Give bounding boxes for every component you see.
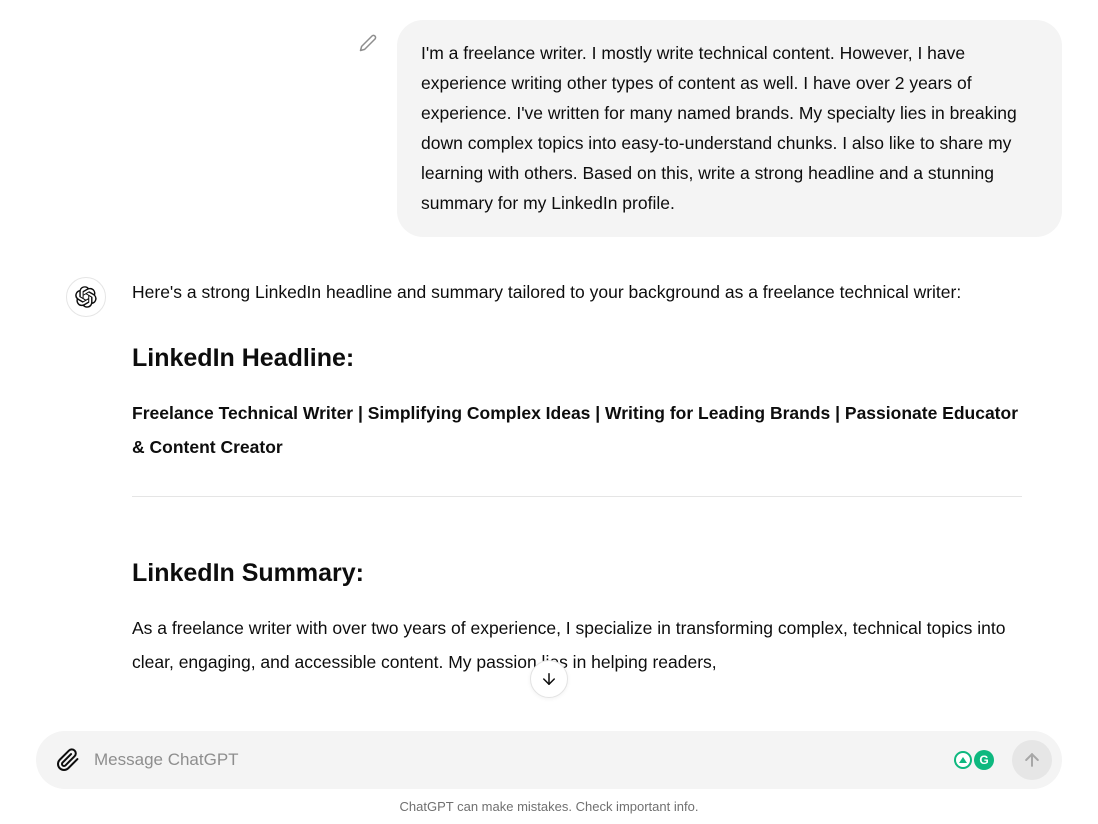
- summary-heading: LinkedIn Summary:: [132, 551, 1022, 596]
- send-button[interactable]: [1012, 740, 1052, 780]
- divider: [132, 496, 1022, 497]
- edit-message-button[interactable]: [351, 26, 385, 60]
- message-input[interactable]: [94, 750, 942, 770]
- headline-text: Freelance Technical Writer | Simplifying…: [132, 396, 1022, 464]
- arrow-up-icon: [1022, 750, 1042, 770]
- assistant-message-row: Here's a strong LinkedIn headline and su…: [66, 277, 1062, 680]
- user-message-row: I'm a freelance writer. I mostly write t…: [36, 20, 1062, 237]
- user-message-text: I'm a freelance writer. I mostly write t…: [421, 43, 1017, 213]
- input-zone: G ChatGPT can make mistakes. Check impor…: [0, 731, 1098, 824]
- user-message-bubble: I'm a freelance writer. I mostly write t…: [397, 20, 1062, 237]
- grammarly-up-icon: [954, 751, 972, 769]
- attach-file-button[interactable]: [54, 746, 82, 774]
- assistant-intro-text: Here's a strong LinkedIn headline and su…: [132, 277, 1022, 308]
- assistant-message-content: Here's a strong LinkedIn headline and su…: [132, 277, 1022, 680]
- disclaimer-text: ChatGPT can make mistakes. Check importa…: [36, 789, 1062, 820]
- message-input-bar: G: [36, 731, 1062, 789]
- summary-text: As a freelance writer with over two year…: [132, 612, 1022, 679]
- openai-logo-icon: [75, 286, 97, 308]
- paperclip-icon: [56, 748, 80, 772]
- grammarly-widget[interactable]: G: [954, 750, 994, 770]
- chat-scroll-area[interactable]: I'm a freelance writer. I mostly write t…: [0, 0, 1098, 724]
- arrow-down-icon: [540, 670, 558, 688]
- headline-heading: LinkedIn Headline:: [132, 336, 1022, 381]
- scroll-to-bottom-button[interactable]: [530, 660, 568, 698]
- pencil-icon: [359, 34, 377, 52]
- grammarly-g-icon: G: [974, 750, 994, 770]
- assistant-avatar: [66, 277, 106, 317]
